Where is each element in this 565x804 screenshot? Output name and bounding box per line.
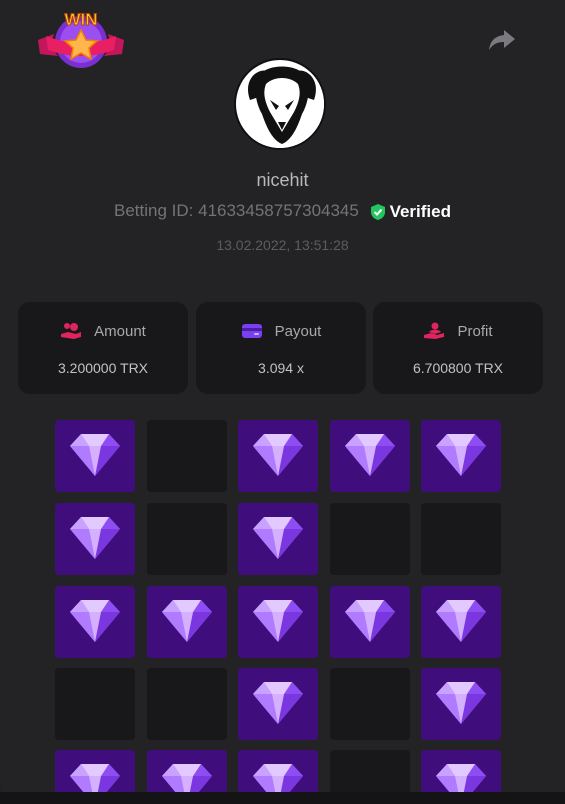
diamond-gem-icon [345, 600, 395, 642]
stat-card-payout: Payout 3.094 x [196, 302, 366, 394]
grid-tile-gem [421, 668, 501, 740]
grid-tile-gem [55, 503, 135, 575]
diamond-gem-icon [70, 434, 120, 476]
grid-tile-empty [147, 668, 227, 740]
grid-tile-empty [55, 668, 135, 740]
grid-tile-gem [421, 420, 501, 492]
grid-tile-gem [55, 420, 135, 492]
stat-label-amount: Amount [94, 322, 146, 340]
betting-id-label: Betting ID: [114, 201, 194, 220]
bet-timestamp: 13.02.2022, 13:51:28 [216, 237, 349, 253]
verified-badge: Verified [370, 202, 451, 222]
stat-value-payout: 3.094 x [258, 360, 304, 376]
diamond-gem-icon [253, 517, 303, 559]
verified-label: Verified [389, 201, 451, 221]
betting-id-value: 41633458757304345 [198, 201, 359, 220]
win-logo-text: WIN [64, 10, 97, 29]
hand-user-icon [424, 322, 445, 339]
diamond-gem-icon [345, 434, 395, 476]
stat-card-amount: Amount 3.200000 TRX [18, 302, 188, 394]
stat-card-profit: Profit 6.700800 TRX [373, 302, 543, 394]
bull-skull-icon [238, 62, 324, 148]
grid-tile-gem [147, 586, 227, 658]
grid-tile-gem [421, 586, 501, 658]
diamond-gem-icon [70, 600, 120, 642]
diamond-gem-icon [162, 600, 212, 642]
win-logo-icon: WIN [38, 10, 124, 68]
avatar [234, 58, 326, 150]
grid-tile-gem [330, 420, 410, 492]
grid-tile-empty [147, 420, 227, 492]
grid-tile-empty [421, 503, 501, 575]
grid-tile-gem [238, 668, 318, 740]
stat-label-payout: Payout [274, 322, 322, 340]
wallet-card-icon [241, 324, 262, 338]
username: nicehit [256, 170, 309, 190]
diamond-gem-icon [70, 517, 120, 559]
betting-id-row: Betting ID: 41633458757304345 Verified [0, 201, 565, 222]
stat-value-amount: 3.200000 TRX [57, 360, 149, 376]
grid-tile-empty [330, 503, 410, 575]
share-arrow-icon[interactable] [488, 28, 516, 52]
shield-check-icon [370, 203, 385, 220]
diamond-gem-icon [253, 600, 303, 642]
grid-tile-gem [330, 586, 410, 658]
diamond-gem-icon [436, 682, 486, 724]
grid-tile-empty [330, 668, 410, 740]
diamond-gem-icon [253, 682, 303, 724]
grid-tile-gem [55, 586, 135, 658]
grid-tile-gem [238, 503, 318, 575]
diamond-gem-icon [436, 434, 486, 476]
coins-in-hand-icon [61, 323, 82, 339]
bottom-table-strip [0, 792, 565, 804]
diamond-gem-icon [436, 600, 486, 642]
bet-details-panel: WIN nicehit Betting ID: 4163345875730434… [0, 0, 565, 800]
grid-tile-empty [147, 503, 227, 575]
grid-tile-gem [238, 420, 318, 492]
stat-value-profit: 6.700800 TRX [412, 360, 504, 376]
diamond-gem-icon [253, 434, 303, 476]
stat-label-profit: Profit [457, 322, 493, 340]
grid-tile-gem [238, 586, 318, 658]
